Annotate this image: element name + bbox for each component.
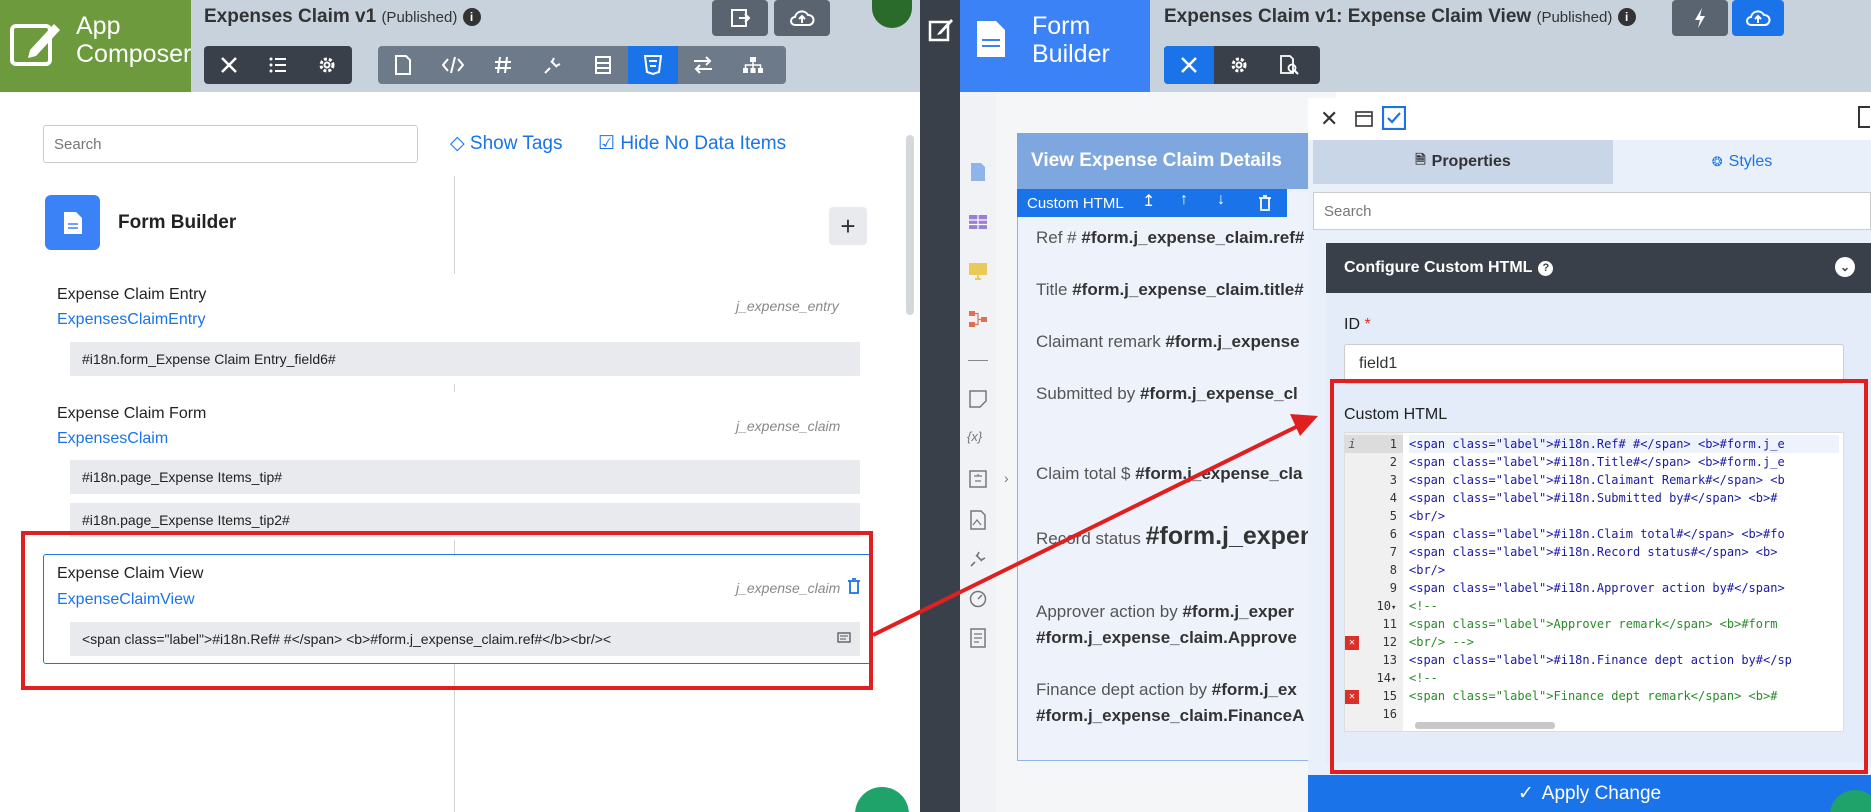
annotation-arrow [872,414,1318,637]
